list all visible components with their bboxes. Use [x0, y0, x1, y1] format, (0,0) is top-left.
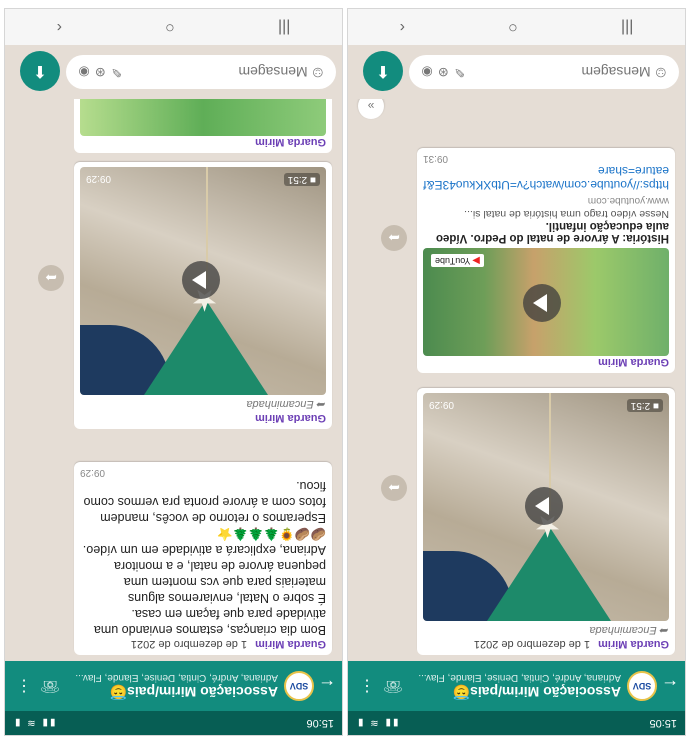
mic-icon[interactable]: ⬆	[20, 51, 60, 91]
video-thumbnail[interactable]: ★ ■ 2:51 09:29	[80, 167, 326, 395]
link-url[interactable]: https://youtube.com/watch?v=UtbXKkuo43E&…	[423, 164, 669, 192]
phone-right: 15:05 ▮▮ ≋ ▮ ← SDV Associação Mirim/pais…	[347, 8, 686, 736]
status-icons: ▮▮ ≋ ▮	[13, 717, 56, 729]
chat-header[interactable]: ← SDV Associação Mirim/pais😇 Adriana, An…	[348, 661, 685, 711]
attach-icon[interactable]: ✎	[108, 64, 124, 80]
home-icon[interactable]: ○	[508, 18, 518, 36]
status-time: 15:06	[306, 717, 334, 729]
system-nav-bar: ||| ○ ‹	[348, 9, 685, 45]
message-input[interactable]	[124, 63, 310, 81]
back-icon[interactable]: ‹	[57, 18, 62, 36]
image-message-bubble[interactable]: Guarda Mirim	[74, 99, 332, 153]
image-thumbnail[interactable]	[80, 99, 326, 136]
status-bar: 15:05 ▮▮ ≋ ▮	[348, 711, 685, 735]
video-time: 09:29	[86, 173, 112, 184]
back-arrow-icon[interactable]: ←	[318, 676, 336, 697]
message-date: 1 de dezembro de 2021	[130, 638, 248, 650]
forwarded-label: ➦ Encaminhada	[589, 624, 669, 636]
emoji-icon[interactable]: ☺	[653, 63, 669, 81]
screen-left: 15:06 ▮▮ ≋ ▮ ← SDV Associação Mirim/pais…	[5, 9, 342, 735]
status-icons: ▮▮ ≋ ▮	[356, 717, 399, 729]
phone-left: 15:06 ▮▮ ≋ ▮ ← SDV Associação Mirim/pais…	[4, 8, 343, 736]
video-time: 09:29	[429, 399, 455, 410]
link-message-bubble[interactable]: Guarda Mirim ▶ YouTube História: A árvor…	[417, 148, 675, 373]
forward-share-icon[interactable]: ➦	[381, 225, 407, 251]
recent-apps-icon[interactable]: |||	[621, 18, 633, 36]
chat-header[interactable]: ← SDV Associação Mirim/pais😇 Adriana, An…	[5, 661, 342, 711]
scroll-down-icon[interactable]: »	[358, 99, 384, 119]
group-info[interactable]: Associação Mirim/pais😇 Adriana, André, C…	[63, 672, 278, 700]
mic-icon[interactable]: ⬆	[363, 51, 403, 91]
message-time: 09:31	[423, 153, 449, 164]
video-duration: ■ 2:51	[626, 399, 663, 412]
screen-right: 15:05 ▮▮ ≋ ▮ ← SDV Associação Mirim/pais…	[348, 9, 685, 735]
camera-icon[interactable]: ◉	[76, 64, 92, 80]
play-icon[interactable]	[525, 487, 563, 525]
home-icon[interactable]: ○	[165, 18, 175, 36]
play-icon[interactable]	[182, 261, 220, 299]
link-domain: www.youtube.com	[587, 195, 669, 206]
more-options-icon[interactable]: ⋮	[11, 676, 37, 696]
group-members: Adriana, André, Cintia, Denise, Elande, …	[418, 672, 621, 683]
system-nav-bar: ||| ○ ‹	[5, 9, 342, 45]
chat-area: Guarda Mirim1 de dezembro de 2021 Bom di…	[5, 99, 342, 661]
status-bar: 15:06 ▮▮ ≋ ▮	[5, 711, 342, 735]
group-title: Associação Mirim/pais😇	[452, 684, 621, 700]
message-sender: Guarda Mirim1 de dezembro de 2021	[473, 638, 669, 650]
message-input-bar[interactable]: ☺ ✎ ⊛ ◉	[66, 55, 336, 89]
forwarded-label: ➦ Encaminhada	[246, 398, 326, 410]
group-title: Associação Mirim/pais😇	[109, 684, 278, 700]
payment-icon[interactable]: ⊛	[435, 64, 451, 80]
back-arrow-icon[interactable]: ←	[661, 676, 679, 697]
video-thumbnail[interactable]: ★ ■ 2:51 09:29	[423, 393, 669, 621]
message-time: 09:29	[80, 467, 106, 478]
call-add-icon[interactable]: ☏	[380, 676, 406, 696]
emoji-icon[interactable]: ☺	[310, 63, 326, 81]
message-sender: Guarda Mirim	[255, 412, 326, 424]
back-icon[interactable]: ‹	[400, 18, 405, 36]
message-text: Bom dia crianças, estamos enviando uma a…	[82, 479, 326, 637]
message-sender: Guarda Mirim	[255, 136, 326, 148]
link-title: História: A árvore de natal do Pedro. Ví…	[435, 220, 669, 244]
group-avatar[interactable]: SDV	[284, 671, 314, 701]
message-date: 1 de dezembro de 2021	[473, 638, 591, 650]
camera-icon[interactable]: ◉	[419, 64, 435, 80]
message-sender: Guarda Mirim1 de dezembro de 2021	[130, 638, 326, 650]
message-input-bar[interactable]: ☺ ✎ ⊛ ◉	[409, 55, 679, 89]
youtube-thumbnail[interactable]: ▶ YouTube	[423, 248, 669, 356]
text-message-bubble[interactable]: Guarda Mirim1 de dezembro de 2021 Bom di…	[74, 462, 332, 655]
youtube-logo: ▶ YouTube	[431, 254, 484, 267]
payment-icon[interactable]: ⊛	[92, 64, 108, 80]
message-input[interactable]	[467, 63, 653, 81]
call-add-icon[interactable]: ☏	[37, 676, 63, 696]
forward-share-icon[interactable]: ➦	[38, 265, 64, 291]
play-icon[interactable]	[523, 284, 561, 322]
message-sender: Guarda Mirim	[598, 356, 669, 368]
video-message-bubble[interactable]: Guarda Mirim1 de dezembro de 2021 ➦ Enca…	[417, 388, 675, 655]
link-description: Nesse vídeo trago uma história de natal …	[464, 208, 669, 220]
group-members: Adriana, André, Cintia, Denise, Elande, …	[75, 672, 278, 683]
chat-area: Guarda Mirim1 de dezembro de 2021 ➦ Enca…	[348, 99, 685, 661]
attach-icon[interactable]: ✎	[451, 64, 467, 80]
group-avatar[interactable]: SDV	[627, 671, 657, 701]
status-time: 15:05	[649, 717, 677, 729]
video-duration: ■ 2:51	[283, 173, 320, 186]
recent-apps-icon[interactable]: |||	[278, 18, 290, 36]
more-options-icon[interactable]: ⋮	[354, 676, 380, 696]
forward-share-icon[interactable]: ➦	[381, 475, 407, 501]
group-info[interactable]: Associação Mirim/pais😇 Adriana, André, C…	[406, 672, 621, 700]
video-message-bubble[interactable]: Guarda Mirim ➦ Encaminhada ★ ■ 2:51 09:2…	[74, 162, 332, 429]
